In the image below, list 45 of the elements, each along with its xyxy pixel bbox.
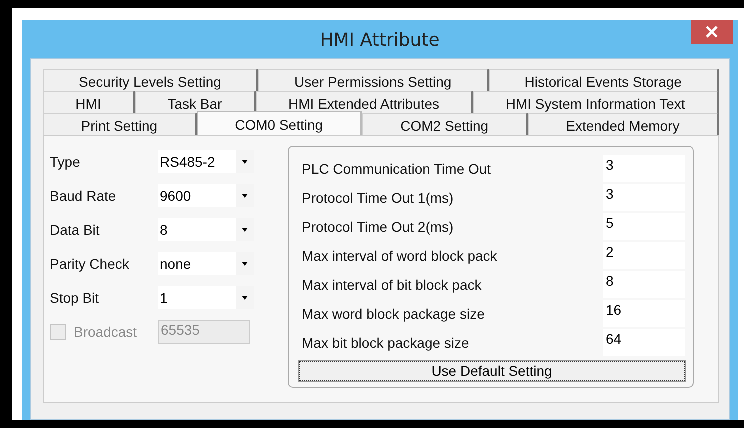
dropdown[interactable]: RS485-2 [158, 150, 254, 173]
field-label: Parity Check [50, 256, 130, 272]
field-label: Baud Rate [50, 188, 118, 204]
input-field[interactable]: 3 [603, 184, 685, 211]
close-button[interactable] [691, 20, 733, 44]
default-button[interactable]: Use Default Setting [299, 361, 685, 381]
field-label: PLC Communication Time Out [301, 160, 492, 176]
tab[interactable]: Task Bar [135, 91, 256, 113]
tab[interactable]: COM2 Setting [362, 113, 528, 135]
field-label: Type [50, 154, 82, 170]
tab[interactable]: HMI [43, 91, 136, 113]
field-label: Max bit block package size [301, 334, 470, 350]
input-field[interactable]: 8 [603, 271, 685, 298]
checkbox-label: Broadcast [74, 324, 138, 340]
tab[interactable]: Extended Memory [528, 113, 719, 135]
field-label: Stop Bit [50, 290, 100, 306]
caret-icon [242, 228, 248, 232]
field-label: Max interval of word block pack [301, 248, 498, 264]
field-label: Max word block package size [301, 306, 486, 322]
field-label: Protocol Time Out 1(ms) [301, 190, 455, 206]
tab[interactable]: Print Setting [43, 113, 197, 135]
tab[interactable]: COM0 Setting [196, 111, 362, 135]
dropdown[interactable]: none [158, 252, 254, 275]
tab[interactable]: Historical Events Storage [488, 69, 719, 91]
close-icon [706, 26, 718, 38]
field-label: Protocol Time Out 2(ms) [301, 218, 455, 234]
dropdown[interactable]: 8 [158, 218, 254, 241]
input-field[interactable]: 3 [603, 155, 685, 182]
caret-icon [242, 262, 248, 266]
window-title: HMI Attribute [320, 30, 440, 51]
dropdown[interactable]: 1 [158, 286, 254, 309]
dropdown[interactable]: 9600 [158, 184, 254, 207]
tab[interactable]: HMI Extended Attributes [256, 91, 474, 113]
caret-icon [242, 194, 248, 198]
input-field[interactable]: 5 [603, 213, 685, 240]
input-field[interactable]: 2 [603, 242, 685, 269]
field-label: Data Bit [50, 222, 101, 238]
tab[interactable]: User Permissions Setting [258, 69, 489, 91]
tab[interactable]: Security Levels Setting [43, 69, 258, 91]
field-label: Max interval of bit block pack [301, 276, 483, 292]
tab[interactable]: HMI System Information Text [473, 91, 720, 113]
caret-icon [242, 160, 248, 164]
input-field[interactable]: 16 [603, 300, 685, 327]
caret-icon [242, 296, 248, 300]
input-field[interactable]: 64 [603, 329, 685, 356]
